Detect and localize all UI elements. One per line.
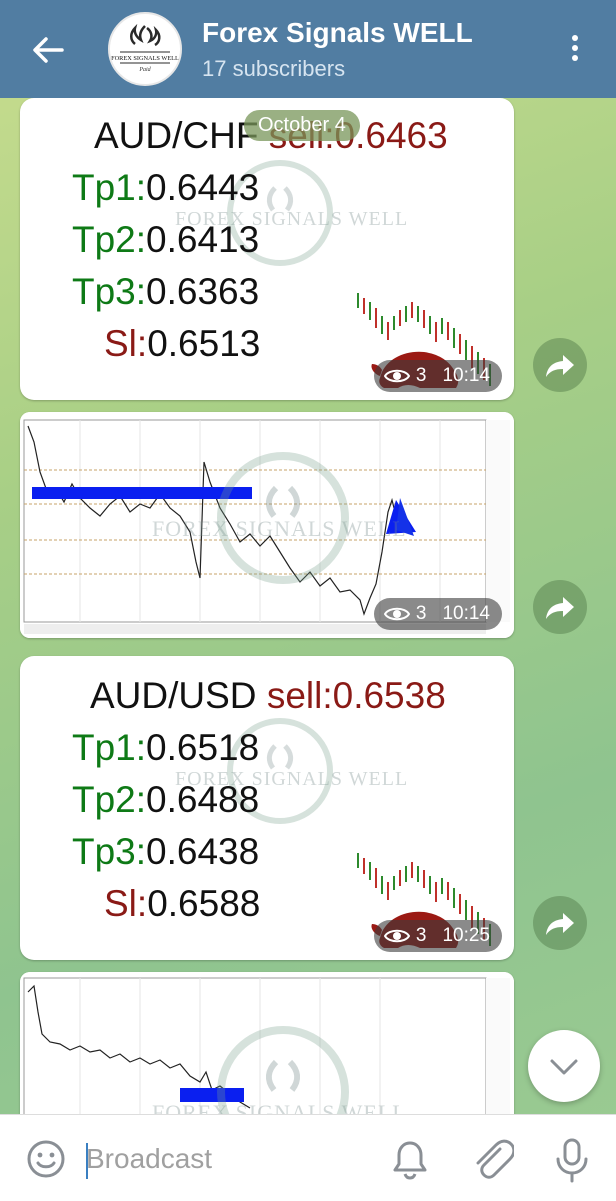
chevron-down-icon <box>550 1059 578 1075</box>
channel-title[interactable]: Forex Signals WELL <box>202 17 473 49</box>
signal-text: AUD/USD sell:0.6538 <box>90 670 446 722</box>
share-forward-icon <box>546 355 574 377</box>
chart-image-message[interactable]: FOREX SIGNALS WELL <box>20 972 514 1132</box>
paperclip-icon[interactable] <box>470 1137 514 1183</box>
chat-header: FOREX SIGNALS WELL Paid Forex Signals WE… <box>0 0 616 98</box>
tp3-label: Tp3: <box>72 271 147 312</box>
view-count: 3 <box>415 925 427 946</box>
pair-label: AUD/USD <box>90 675 257 716</box>
tp2-label: Tp2: <box>72 219 147 260</box>
sl-value: 0.6513 <box>147 323 261 364</box>
tp3-label: Tp3: <box>72 831 147 872</box>
message-meta: 3 10:14 <box>373 360 502 392</box>
emoji-icon[interactable] <box>26 1139 66 1179</box>
watermark-logo-icon <box>217 452 349 584</box>
composer-bar: Broadcast <box>0 1114 616 1201</box>
tp3-value: 0.6363 <box>146 271 260 312</box>
tp2-value: 0.6488 <box>146 779 260 820</box>
subscriber-count: 17 subscribers <box>202 56 346 81</box>
scroll-down-button[interactable] <box>528 1030 600 1102</box>
message-meta: 3 10:14 <box>373 598 502 630</box>
message-meta: 3 10:25 <box>373 920 502 952</box>
date-separator: October 4 <box>244 110 360 141</box>
view-count: 3 <box>415 365 427 386</box>
entry-price: 0.6538 <box>332 675 446 716</box>
tp2-value: 0.6413 <box>146 219 260 260</box>
message-time: 10:25 <box>442 925 490 946</box>
eye-icon <box>383 369 410 383</box>
sl-label: Sl: <box>104 883 148 924</box>
bell-icon[interactable] <box>390 1139 430 1181</box>
message-time: 10:14 <box>442 603 490 624</box>
tp1-value: 0.6443 <box>146 167 260 208</box>
message-time: 10:14 <box>442 365 490 386</box>
arrow-left-icon[interactable] <box>28 30 68 70</box>
kebab-menu-icon[interactable] <box>560 28 590 68</box>
tp3-value: 0.6438 <box>146 831 260 872</box>
svg-text:Paid: Paid <box>138 67 151 73</box>
chart-image-message[interactable]: FOREX SIGNALS WELL 3 10:14 <box>20 412 514 638</box>
share-button[interactable] <box>533 338 587 392</box>
eye-icon <box>383 607 410 621</box>
pair-label: AUD/CHF <box>94 115 259 156</box>
logo-icon: FOREX SIGNALS WELL Paid <box>111 23 179 73</box>
microphone-icon[interactable] <box>552 1137 592 1183</box>
tp1-label: Tp1: <box>72 727 147 768</box>
eye-icon <box>383 929 410 943</box>
share-button[interactable] <box>533 580 587 634</box>
sl-label: Sl: <box>104 323 148 364</box>
svg-text:FOREX SIGNALS WELL: FOREX SIGNALS WELL <box>111 55 179 62</box>
share-forward-icon <box>546 913 574 935</box>
share-button[interactable] <box>533 896 587 950</box>
signal-message-audchf[interactable]: FOREX SIGNALS WELL AUD/CHF sell:0.6463 T… <box>20 98 514 400</box>
signal-message-audusd[interactable]: FOREX SIGNALS WELL AUD/USD sell:0.6538 T… <box>20 656 514 960</box>
sl-value: 0.6588 <box>147 883 261 924</box>
tp1-value: 0.6518 <box>146 727 260 768</box>
channel-avatar[interactable]: FOREX SIGNALS WELL Paid <box>108 12 182 86</box>
targets-block: Tp1:0.6518 Tp2:0.6488 Tp3:0.6438 Sl:0.65… <box>72 722 260 930</box>
share-forward-icon <box>546 597 574 619</box>
targets-block: Tp1:0.6443 Tp2:0.6413 Tp3:0.6363 Sl:0.65… <box>72 162 260 370</box>
tp2-label: Tp2: <box>72 779 147 820</box>
direction-label: sell: <box>266 675 333 716</box>
scrollbar[interactable] <box>608 262 616 263</box>
view-count: 3 <box>415 603 427 624</box>
tp1-label: Tp1: <box>72 167 147 208</box>
message-input[interactable]: Broadcast <box>86 1143 212 1175</box>
